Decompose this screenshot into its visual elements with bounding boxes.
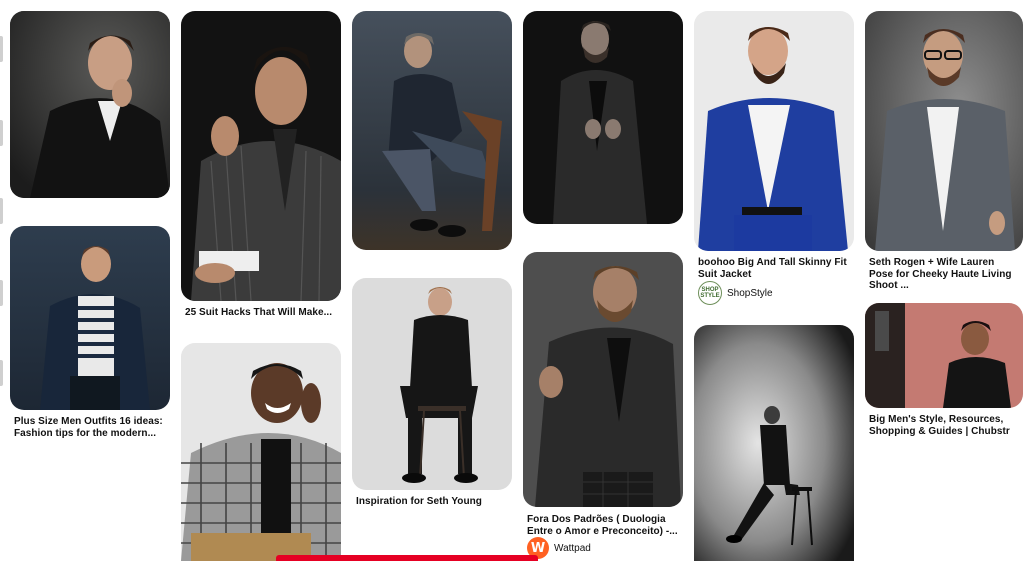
pin-card[interactable] xyxy=(523,11,683,224)
pin-card[interactable] xyxy=(694,11,854,251)
pin-card[interactable] xyxy=(865,11,1023,251)
shopstyle-logo-icon: SHOP STYLE xyxy=(698,281,722,305)
pin-title[interactable]: Plus Size Men Outfits 16 ideas: Fashion … xyxy=(14,416,174,439)
loading-progress-bar xyxy=(276,555,538,561)
pin-source[interactable]: SHOP STYLE ShopStyle xyxy=(698,281,773,305)
source-name: ShopStyle xyxy=(727,287,773,299)
pin-title[interactable]: Fora Dos Padrões ( Duologia Entre o Amor… xyxy=(527,514,679,537)
pin-image xyxy=(181,11,341,301)
pin-image xyxy=(181,343,341,561)
pin-title[interactable]: boohoo Big And Tall Skinny Fit Suit Jack… xyxy=(698,257,850,280)
rail-marker xyxy=(0,198,3,224)
source-name: Wattpad xyxy=(554,542,591,554)
pin-image xyxy=(865,11,1023,251)
pin-image xyxy=(352,11,512,250)
pin-title[interactable]: Big Men's Style, Resources, Shopping & G… xyxy=(869,414,1021,437)
pin-image xyxy=(352,278,512,490)
pin-image xyxy=(865,303,1023,408)
pin-title[interactable]: Seth Rogen + Wife Lauren Pose for Cheeky… xyxy=(869,257,1021,292)
pin-image xyxy=(10,11,170,198)
pin-card[interactable] xyxy=(523,252,683,507)
pin-card[interactable] xyxy=(181,343,341,561)
pin-title[interactable]: Inspiration for Seth Young xyxy=(356,496,516,508)
pin-card[interactable] xyxy=(10,11,170,198)
rail-marker xyxy=(0,280,3,306)
pin-card[interactable] xyxy=(352,278,512,490)
pin-image xyxy=(694,11,854,251)
pin-image xyxy=(694,325,854,561)
rail-marker xyxy=(0,120,3,146)
pin-card[interactable] xyxy=(694,325,854,561)
pin-image xyxy=(523,11,683,224)
pin-image xyxy=(10,226,170,410)
pin-card[interactable] xyxy=(10,226,170,410)
pin-card[interactable] xyxy=(352,11,512,250)
pin-title[interactable]: 25 Suit Hacks That Will Make... xyxy=(185,307,345,319)
rail-marker xyxy=(0,36,3,62)
pin-card[interactable] xyxy=(181,11,341,301)
pin-card[interactable] xyxy=(865,303,1023,408)
left-edge-rail xyxy=(0,0,5,561)
rail-marker xyxy=(0,360,3,386)
pin-image xyxy=(523,252,683,507)
